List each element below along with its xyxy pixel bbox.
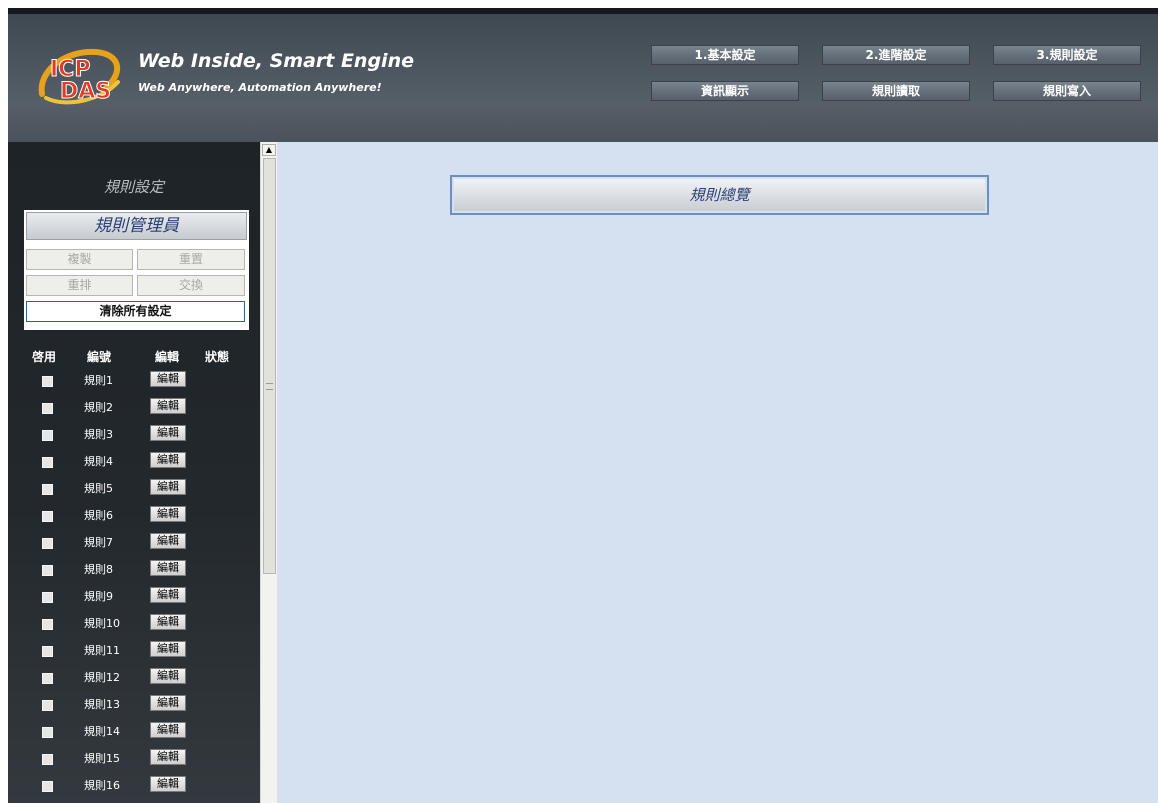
rule-enable-checkbox[interactable] [42,592,53,603]
column-edit: 編輯 [155,350,180,364]
nav-info-display-button[interactable]: 資訊顯示 [651,81,799,101]
rule-name: 規則4 [84,455,113,468]
rule-row: 規則15 編輯 [8,748,260,775]
nav-rule-settings-button[interactable]: 3.規則設定 [993,45,1141,65]
sidebar-title: 規則設定 [103,178,164,196]
rule-name: 規則13 [84,698,120,711]
grip-icon [266,383,273,390]
rule-name: 規則14 [84,725,120,738]
rule-name: 規則15 [84,752,120,765]
rule-enable-checkbox[interactable] [42,646,53,657]
rule-edit-button[interactable]: 編輯 [150,533,186,549]
rule-name: 規則5 [84,482,113,495]
rule-edit-button[interactable]: 編輯 [150,371,186,387]
header: ICP DAS Web Inside, Smart Engine Web Any… [8,14,1158,142]
subtagline: Web Anywhere, Automation Anywhere! [138,81,382,94]
rule-enable-checkbox[interactable] [42,781,53,792]
rule-name: 規則6 [84,509,113,522]
swap-button[interactable]: 交換 [137,275,245,296]
svg-text:DAS: DAS [60,79,111,104]
rule-edit-button[interactable]: 編輯 [150,695,186,711]
rule-edit-button[interactable]: 編輯 [150,668,186,684]
rule-enable-checkbox[interactable] [42,484,53,495]
clear-all-settings-button[interactable]: 清除所有設定 [26,301,245,322]
reorder-button[interactable]: 重排 [26,275,133,296]
rule-manager-panel: 規則管理員 複製 重置 重排 交換 清除所有設定 [24,210,249,330]
rule-edit-button[interactable]: 編輯 [150,506,186,522]
rule-enable-checkbox[interactable] [42,376,53,387]
rule-row: 規則14 編輯 [8,721,260,748]
rule-name: 規則7 [84,536,113,549]
rule-name: 規則9 [84,590,113,603]
rule-row: 規則13 編輯 [8,694,260,721]
rule-enable-checkbox[interactable] [42,727,53,738]
rule-edit-button[interactable]: 編輯 [150,479,186,495]
rule-edit-button[interactable]: 編輯 [150,749,186,765]
column-status: 狀態 [205,350,230,364]
rule-enable-checkbox[interactable] [42,511,53,522]
rule-enable-checkbox[interactable] [42,403,53,414]
rule-row: 規則11 編輯 [8,640,260,667]
scroll-thumb[interactable] [263,158,276,574]
scroll-up-icon[interactable]: ▲ [262,144,276,156]
rule-enable-checkbox[interactable] [42,430,53,441]
rule-row: 規則6 編輯 [8,505,260,532]
rule-enable-checkbox[interactable] [42,457,53,468]
nav-rule-write-button[interactable]: 規則寫入 [993,81,1141,101]
rule-name: 規則3 [84,428,113,441]
tagline: Web Inside, Smart Engine [138,50,414,72]
rule-row: 規則4 編輯 [8,451,260,478]
rule-row: 規則8 編輯 [8,559,260,586]
rule-row: 規則2 編輯 [8,397,260,424]
rule-row: 規則9 編輯 [8,586,260,613]
sidebar-scrollbar[interactable]: ▲ [260,142,277,803]
icpdas-logo: ICP DAS [36,42,126,110]
rule-name: 規則8 [84,563,113,576]
column-enable: 啓用 [32,350,57,364]
rule-edit-button[interactable]: 編輯 [150,452,186,468]
rule-enable-checkbox[interactable] [42,754,53,765]
rule-enable-checkbox[interactable] [42,700,53,711]
rule-edit-button[interactable]: 編輯 [150,722,186,738]
rule-name: 規則10 [84,617,120,630]
main-content: 規則總覽 [277,142,1158,803]
rule-edit-button[interactable]: 編輯 [150,614,186,630]
rule-row: 規則5 編輯 [8,478,260,505]
rule-row: 規則3 編輯 [8,424,260,451]
rule-overview-title: 規則總覽 [454,179,985,211]
rule-manager-title: 規則管理員 [26,212,247,240]
column-number: 編號 [87,350,112,364]
rule-name: 規則11 [84,644,120,657]
rule-enable-checkbox[interactable] [42,673,53,684]
rule-row: 規則16 編輯 [8,775,260,802]
rule-edit-button[interactable]: 編輯 [150,398,186,414]
rule-row: 規則7 編輯 [8,532,260,559]
rule-row: 規則12 編輯 [8,667,260,694]
rule-name: 規則1 [84,374,113,387]
rule-enable-checkbox[interactable] [42,538,53,549]
rule-enable-checkbox[interactable] [42,619,53,630]
rule-name: 規則12 [84,671,120,684]
nav-rule-read-button[interactable]: 規則讀取 [822,81,970,101]
copy-button[interactable]: 複製 [26,249,133,270]
rule-edit-button[interactable]: 編輯 [150,560,186,576]
rule-overview-box: 規則總覽 [450,175,989,215]
rule-edit-button[interactable]: 編輯 [150,425,186,441]
sidebar: 規則設定 規則管理員 複製 重置 重排 交換 清除所有設定 啓用 編號 編輯 狀… [8,142,260,803]
reset-button[interactable]: 重置 [137,249,245,270]
rule-name: 規則2 [84,401,113,414]
rule-edit-button[interactable]: 編輯 [150,587,186,603]
rule-name: 規則16 [84,779,120,792]
rule-edit-button[interactable]: 編輯 [150,776,186,792]
nav-basic-settings-button[interactable]: 1.基本設定 [651,45,799,65]
nav-advanced-settings-button[interactable]: 2.進階設定 [822,45,970,65]
rule-row: 規則10 編輯 [8,613,260,640]
rule-enable-checkbox[interactable] [42,565,53,576]
rule-edit-button[interactable]: 編輯 [150,641,186,657]
rule-row: 規則1 編輯 [8,370,260,397]
